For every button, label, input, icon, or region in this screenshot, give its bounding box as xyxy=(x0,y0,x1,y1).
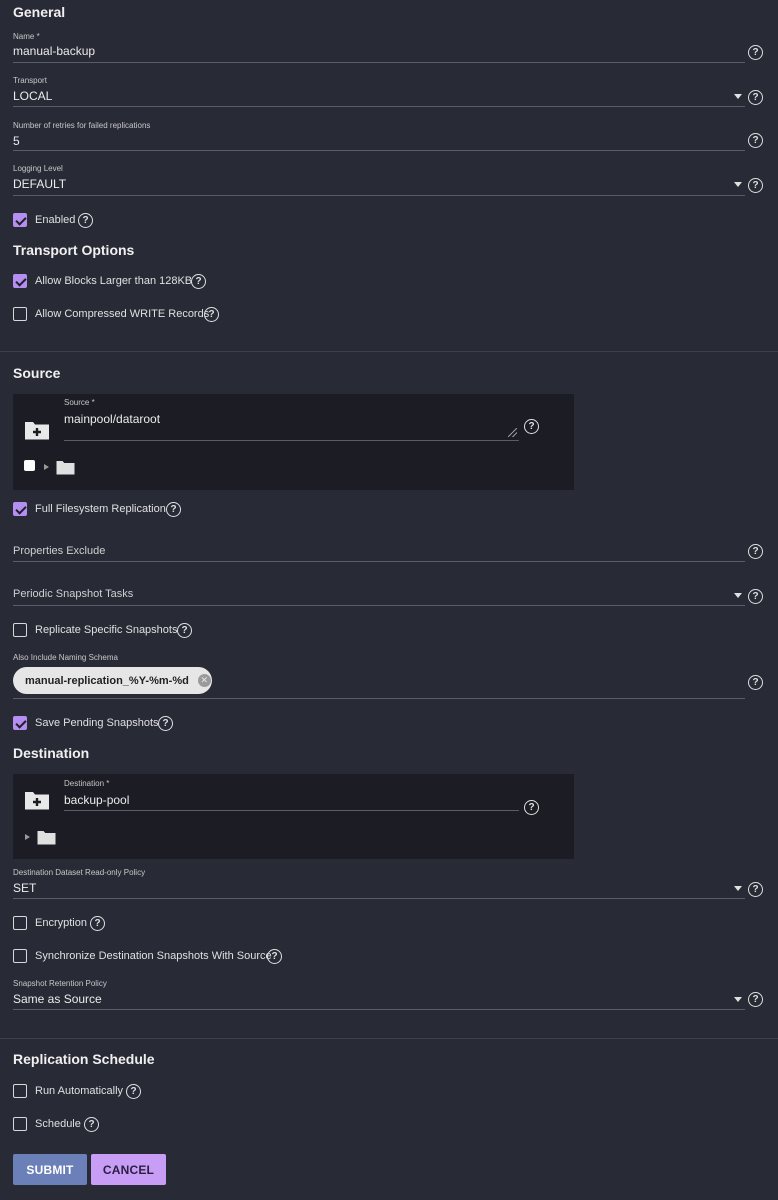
tree-expand-icon[interactable] xyxy=(25,834,30,840)
replicate-specific-help-icon[interactable]: ? xyxy=(177,623,192,638)
schedule-help-icon[interactable]: ? xyxy=(84,1117,99,1132)
logging-select[interactable]: DEFAULT xyxy=(13,177,66,191)
full-fs-checkbox[interactable] xyxy=(13,502,27,516)
naming-schema-label: Also Include Naming Schema xyxy=(13,653,118,662)
destination-explorer: Destination * backup-pool ? xyxy=(13,774,574,859)
source-underline xyxy=(64,440,519,441)
destination-label: Destination * xyxy=(64,779,110,788)
source-explorer: Source * mainpool/dataroot ? xyxy=(13,394,574,490)
readonly-policy-help-icon[interactable]: ? xyxy=(748,882,763,897)
name-label: Name * xyxy=(13,32,40,41)
save-pending-help-icon[interactable]: ? xyxy=(158,716,173,731)
enabled-help-icon[interactable]: ? xyxy=(78,213,93,228)
transport-options-heading: Transport Options xyxy=(13,242,135,258)
run-auto-checkbox[interactable] xyxy=(13,1084,27,1098)
encryption-checkbox[interactable] xyxy=(13,916,27,930)
encryption-label: Encryption xyxy=(35,917,87,929)
save-pending-label: Save Pending Snapshots xyxy=(35,717,159,729)
naming-schema-chip-text: manual-replication_%Y-%m-%d xyxy=(25,674,189,687)
retries-label: Number of retries for failed replication… xyxy=(13,121,151,130)
properties-exclude-underline xyxy=(13,561,745,562)
readonly-policy-underline xyxy=(13,898,745,899)
properties-exclude-input[interactable]: Properties Exclude xyxy=(13,545,105,557)
retention-chevron-down-icon[interactable] xyxy=(734,997,742,1002)
section-divider-1 xyxy=(0,351,778,352)
transport-chevron-down-icon[interactable] xyxy=(734,94,742,99)
compressed-label: Allow Compressed WRITE Records xyxy=(35,308,210,320)
retention-select[interactable]: Same as Source xyxy=(13,992,102,1006)
periodic-tasks-chevron-down-icon[interactable] xyxy=(734,593,742,598)
transport-label: Transport xyxy=(13,76,47,85)
name-input[interactable]: manual-backup xyxy=(13,44,95,58)
replicate-specific-label: Replicate Specific Snapshots xyxy=(35,624,178,636)
compressed-help-icon[interactable]: ? xyxy=(204,307,219,322)
destination-help-icon[interactable]: ? xyxy=(524,800,539,815)
retention-help-icon[interactable]: ? xyxy=(748,992,763,1007)
source-help-icon[interactable]: ? xyxy=(524,419,539,434)
run-auto-label: Run Automatically xyxy=(35,1085,124,1097)
logging-help-icon[interactable]: ? xyxy=(748,178,763,193)
sync-snapshots-help-icon[interactable]: ? xyxy=(267,949,282,964)
folder-add-icon[interactable] xyxy=(24,420,50,440)
periodic-tasks-select[interactable]: Periodic Snapshot Tasks xyxy=(13,588,133,600)
readonly-policy-chevron-down-icon[interactable] xyxy=(734,886,742,891)
destination-underline xyxy=(64,810,519,811)
logging-underline xyxy=(13,195,745,196)
sync-snapshots-label: Synchronize Destination Snapshots With S… xyxy=(35,950,272,962)
submit-button[interactable]: SUBMIT xyxy=(13,1154,87,1185)
naming-schema-chip[interactable]: manual-replication_%Y-%m-%d ✕ xyxy=(13,667,212,694)
source-label: Source * xyxy=(64,398,95,407)
resize-handle-icon[interactable] xyxy=(508,428,517,437)
large-blocks-checkbox[interactable] xyxy=(13,274,27,288)
folder-add-icon[interactable] xyxy=(24,790,50,810)
full-fs-help-icon[interactable]: ? xyxy=(166,502,181,517)
schedule-checkbox[interactable] xyxy=(13,1117,27,1131)
compressed-checkbox[interactable] xyxy=(13,307,27,321)
transport-underline xyxy=(13,106,745,107)
enabled-label: Enabled xyxy=(35,214,76,226)
destination-heading: Destination xyxy=(13,745,90,761)
general-heading: General xyxy=(13,4,66,20)
full-fs-label: Full Filesystem Replication xyxy=(35,503,166,515)
schedule-label: Schedule xyxy=(35,1118,81,1130)
retries-underline xyxy=(13,150,745,151)
enabled-checkbox[interactable] xyxy=(13,213,27,227)
folder-icon xyxy=(37,831,56,845)
large-blocks-help-icon[interactable]: ? xyxy=(191,274,206,289)
transport-help-icon[interactable]: ? xyxy=(748,90,763,105)
folder-icon xyxy=(56,461,75,475)
retention-underline xyxy=(13,1009,745,1010)
chip-remove-icon[interactable]: ✕ xyxy=(197,674,211,687)
logging-label: Logging Level xyxy=(13,164,63,173)
schedule-heading: Replication Schedule xyxy=(13,1051,155,1067)
sync-snapshots-checkbox[interactable] xyxy=(13,949,27,963)
cancel-button[interactable]: CANCEL xyxy=(91,1154,166,1185)
replicate-specific-checkbox[interactable] xyxy=(13,623,27,637)
destination-input[interactable]: backup-pool xyxy=(64,793,129,807)
name-help-icon[interactable]: ? xyxy=(748,45,763,60)
retention-label: Snapshot Retention Policy xyxy=(13,979,107,988)
source-heading: Source xyxy=(13,365,61,381)
run-auto-help-icon[interactable]: ? xyxy=(126,1084,141,1099)
transport-select[interactable]: LOCAL xyxy=(13,89,52,103)
tree-expand-icon[interactable] xyxy=(44,464,49,470)
periodic-tasks-help-icon[interactable]: ? xyxy=(748,589,763,604)
retries-input[interactable]: 5 xyxy=(13,134,20,148)
naming-schema-help-icon[interactable]: ? xyxy=(748,675,763,690)
readonly-policy-select[interactable]: SET xyxy=(13,881,36,895)
readonly-policy-label: Destination Dataset Read-only Policy xyxy=(13,868,146,877)
properties-exclude-help-icon[interactable]: ? xyxy=(748,544,763,559)
logging-chevron-down-icon[interactable] xyxy=(734,182,742,187)
large-blocks-label: Allow Blocks Larger than 128KB xyxy=(35,275,193,287)
naming-schema-underline xyxy=(13,698,745,699)
tree-node-checkbox[interactable] xyxy=(24,460,35,471)
save-pending-checkbox[interactable] xyxy=(13,716,27,730)
section-divider-2 xyxy=(0,1038,778,1039)
retries-help-icon[interactable]: ? xyxy=(748,133,763,148)
periodic-tasks-underline xyxy=(13,605,745,606)
source-input[interactable]: mainpool/dataroot xyxy=(64,412,160,426)
encryption-help-icon[interactable]: ? xyxy=(90,916,105,931)
name-underline xyxy=(13,62,745,63)
